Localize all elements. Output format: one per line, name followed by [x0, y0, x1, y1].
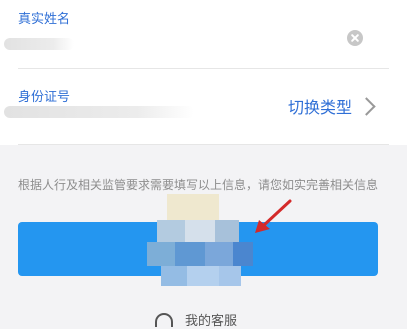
pixelated-mosaic — [147, 190, 257, 286]
switch-type-label: 切换类型 — [288, 98, 353, 117]
name-field[interactable] — [4, 38, 74, 50]
red-arrow-icon — [255, 199, 292, 233]
identity-form: 真实姓名 身份证号 切换类型 — [0, 0, 407, 145]
divider — [18, 144, 389, 145]
clear-icon[interactable] — [347, 30, 363, 46]
switch-type-button[interactable]: 切换类型 — [288, 94, 376, 118]
id-number-field[interactable] — [4, 106, 194, 118]
divider — [18, 68, 389, 69]
id-number-label: 身份证号 — [18, 90, 71, 105]
chevron-right-icon — [357, 96, 376, 116]
headset-icon — [155, 312, 173, 327]
customer-service-link[interactable]: 我的客服 — [155, 310, 237, 329]
customer-service-label: 我的客服 — [185, 314, 238, 329]
name-label: 真实姓名 — [18, 12, 71, 27]
